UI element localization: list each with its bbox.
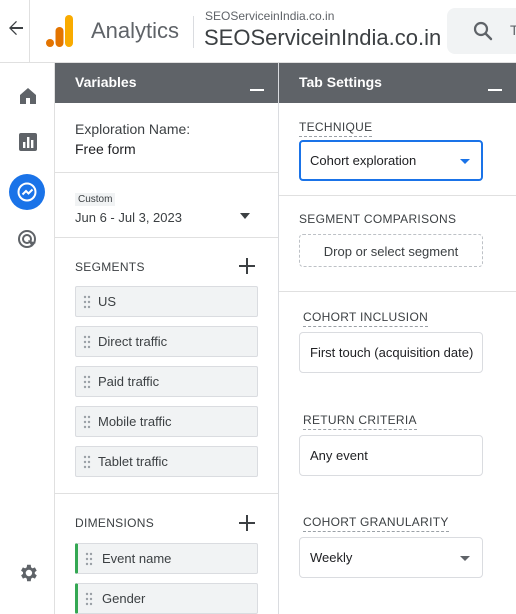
divider <box>279 195 516 196</box>
divider <box>55 493 278 494</box>
cohort-granularity-value: Weekly <box>310 550 353 565</box>
dimension-label: Event name <box>102 551 172 566</box>
segment-comparisons-label: SEGMENT COMPARISONS <box>299 212 457 226</box>
exploration-name-input[interactable]: Free form <box>75 141 136 157</box>
minimize-tab-settings-icon[interactable] <box>488 89 502 91</box>
search-icon[interactable] <box>472 20 494 42</box>
dimension-label: Gender <box>102 591 146 606</box>
segment-chip[interactable]: Mobile traffic <box>75 406 258 437</box>
variables-header: Variables <box>55 63 278 103</box>
settings-gear-icon[interactable] <box>15 560 41 586</box>
segment-label: Paid traffic <box>98 374 160 389</box>
dimension-chip[interactable]: Event name <box>75 543 258 574</box>
drag-handle-icon[interactable] <box>83 295 91 309</box>
minimize-variables-icon[interactable] <box>250 89 264 91</box>
account-name-small[interactable]: SEOServiceinIndia.co.in <box>205 9 334 23</box>
analytics-logo-icon[interactable] <box>46 15 74 47</box>
cohort-granularity-select[interactable]: Weekly <box>299 537 483 578</box>
technique-select[interactable]: Cohort exploration <box>299 140 483 181</box>
technique-value: Cohort exploration <box>310 153 417 168</box>
segment-chip[interactable]: Paid traffic <box>75 366 258 397</box>
return-criteria-select[interactable]: Any event <box>299 435 483 476</box>
segment-drop-target[interactable]: Drop or select segment <box>299 234 483 267</box>
title-divider <box>193 16 194 48</box>
chevron-down-icon <box>460 556 470 561</box>
divider <box>279 291 516 292</box>
divider <box>55 172 278 173</box>
cohort-inclusion-label: COHORT INCLUSION <box>303 310 429 327</box>
dimensions-label: DIMENSIONS <box>75 516 155 530</box>
drag-handle-icon[interactable] <box>83 455 91 469</box>
drag-handle-icon[interactable] <box>85 552 93 566</box>
add-segment-icon[interactable] <box>239 258 255 274</box>
segments-label: SEGMENTS <box>75 260 145 274</box>
tab-settings-panel: Tab Settings TECHNIQUE Cohort exploratio… <box>279 63 516 614</box>
exploration-name-label: Exploration Name: <box>75 121 191 137</box>
divider <box>55 237 278 238</box>
drag-handle-icon[interactable] <box>83 415 91 429</box>
add-dimension-icon[interactable] <box>239 515 255 531</box>
segment-chip[interactable]: Tablet traffic <box>75 446 258 477</box>
segment-label: Tablet traffic <box>98 454 168 469</box>
topbar-divider <box>29 0 30 63</box>
reports-icon[interactable] <box>15 129 41 155</box>
segment-label: US <box>98 294 117 309</box>
variables-panel: Variables Exploration Name: Free form Cu… <box>55 63 279 614</box>
date-dropdown-icon[interactable] <box>240 213 250 219</box>
top-app-bar: Analytics SEOServiceinIndia.co.in SEOSer… <box>0 0 516 63</box>
segment-chip[interactable]: US <box>75 286 258 317</box>
segment-chip[interactable]: Direct traffic <box>75 326 258 357</box>
return-criteria-label: RETURN CRITERIA <box>303 413 417 430</box>
dimension-chip[interactable]: Gender <box>75 583 258 614</box>
drag-handle-icon[interactable] <box>85 592 93 606</box>
date-custom-badge: Custom <box>75 193 116 206</box>
property-name[interactable]: SEOServiceinIndia.co.in <box>204 25 441 51</box>
date-range-picker[interactable]: Jun 6 - Jul 3, 2023 <box>75 210 182 225</box>
cohort-granularity-label: COHORT GRANULARITY <box>303 515 449 532</box>
advertising-icon[interactable] <box>15 227 41 253</box>
search-input[interactable]: T <box>510 22 516 38</box>
drag-handle-icon[interactable] <box>83 335 91 349</box>
back-arrow-icon[interactable] <box>6 20 26 40</box>
tab-settings-header: Tab Settings <box>279 63 516 103</box>
home-icon[interactable] <box>15 83 41 109</box>
cohort-inclusion-select[interactable]: First touch (acquisition date) <box>299 332 483 373</box>
segment-label: Direct traffic <box>98 334 168 349</box>
left-navigation <box>0 63 55 614</box>
chevron-down-icon <box>460 159 470 164</box>
variables-title: Variables <box>75 74 137 90</box>
explore-icon[interactable] <box>9 174 45 210</box>
tab-settings-title: Tab Settings <box>299 74 382 90</box>
app-title: Analytics <box>91 18 180 43</box>
technique-label: TECHNIQUE <box>299 120 373 137</box>
drag-handle-icon[interactable] <box>83 375 91 389</box>
segment-label: Mobile traffic <box>98 414 172 429</box>
